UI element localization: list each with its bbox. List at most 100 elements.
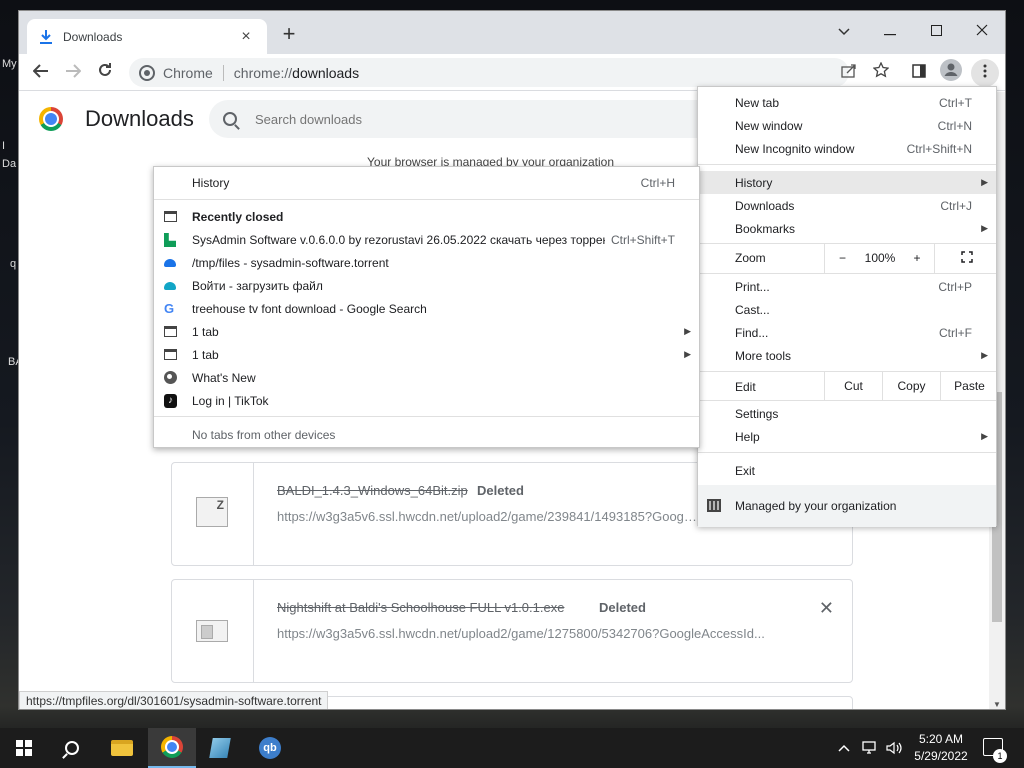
edit-row: Edit Cut Copy Paste	[698, 371, 996, 401]
share-icon[interactable]	[835, 59, 863, 87]
recently-closed-item[interactable]: What's New	[154, 366, 699, 389]
menu-item-cast[interactable]: Cast...	[698, 298, 996, 321]
history-submenu: History Ctrl+H Recently closed SysAdmin S…	[153, 166, 700, 448]
menu-shortcut: Ctrl+F	[939, 325, 972, 340]
new-tab-button[interactable]: +	[277, 23, 301, 45]
no-other-devices-tabs: No tabs from other devices	[154, 423, 699, 446]
tab-icon	[164, 211, 177, 222]
menu-label: New Incognito window	[735, 141, 855, 156]
menu-item-new-window[interactable]: New window Ctrl+N	[698, 114, 996, 137]
recently-closed-item[interactable]: /tmp/files - sysadmin-software.torrent	[154, 251, 699, 274]
menu-item-new-tab[interactable]: New tab Ctrl+T	[698, 91, 996, 114]
item-label: 1 tab	[192, 347, 219, 362]
menu-item-bookmarks[interactable]: Bookmarks ▶	[698, 217, 996, 240]
desktop-icon-label-fragment: Da	[2, 158, 17, 170]
volume-icon[interactable]	[886, 728, 902, 768]
menu-item-help[interactable]: Help ▶	[698, 425, 996, 448]
maximize-button[interactable]	[913, 17, 959, 47]
scroll-down-arrow-icon[interactable]: ▼	[989, 700, 1005, 709]
download-status: Deleted	[599, 600, 646, 615]
zoom-row: Zoom − 100% +	[698, 243, 996, 273]
downloads-header: Downloads	[39, 106, 194, 132]
menu-item-exit[interactable]: Exit	[698, 459, 996, 482]
menu-item-more-tools[interactable]: More tools ▶	[698, 344, 996, 367]
item-label: Log in | TikTok	[192, 393, 269, 408]
menu-item-settings[interactable]: Settings	[698, 402, 996, 425]
forward-button[interactable]	[59, 59, 87, 87]
paste-button[interactable]: Paste	[940, 371, 998, 401]
chrome-logo-icon	[39, 107, 63, 131]
system-clock[interactable]: 5:20 AM 5/29/2022	[905, 731, 977, 765]
menu-label: Settings	[735, 406, 779, 421]
tab-downloads[interactable]: Downloads ×	[27, 19, 267, 54]
google-icon: G	[164, 301, 175, 316]
item-label: 1 tab	[192, 324, 219, 339]
download-url[interactable]: https://w3g3a5v6.ssl.hwcdn.net/upload2/g…	[277, 626, 777, 641]
menu-label: Exit	[735, 463, 756, 478]
bookmark-star-icon[interactable]	[867, 59, 895, 87]
fullscreen-button[interactable]	[934, 243, 998, 273]
item-label: No tabs from other devices	[192, 427, 336, 442]
zip-file-icon	[196, 497, 228, 527]
copy-button[interactable]: Copy	[882, 371, 940, 401]
close-tab-icon[interactable]: ×	[237, 28, 255, 46]
chrome-icon	[164, 371, 177, 384]
zoom-out-button[interactable]: −	[824, 243, 860, 273]
remove-download-icon[interactable]: ✕	[819, 598, 834, 619]
menu-label: More tools	[735, 348, 792, 363]
search-downloads-field[interactable]	[209, 100, 729, 138]
minimize-button[interactable]	[867, 17, 913, 47]
zoom-in-button[interactable]: +	[900, 243, 934, 273]
reload-button[interactable]	[91, 59, 119, 87]
taskbar-chrome[interactable]	[148, 728, 196, 768]
start-button[interactable]	[0, 728, 48, 768]
recently-closed-item[interactable]: 1 tab ▶	[154, 320, 699, 343]
file-icon-column	[172, 580, 254, 682]
download-file-name[interactable]: Nightshift at Baldi's Schoolhouse FULL v…	[277, 600, 564, 615]
menu-item-history[interactable]: History ▶	[698, 171, 996, 194]
menu-item-find[interactable]: Find... Ctrl+F	[698, 321, 996, 344]
recently-closed-item[interactable]: SysAdmin Software v.0.6.0.0 by rezorusta…	[154, 228, 699, 251]
menu-item-managed[interactable]: Managed by your organization	[698, 485, 996, 527]
show-hidden-icons-chevron-icon[interactable]	[838, 728, 850, 768]
close-window-button[interactable]	[959, 17, 1005, 47]
taskbar-search-button[interactable]	[48, 728, 96, 768]
recently-closed-item[interactable]: Gtreehouse tv font download - Google Sea…	[154, 297, 699, 320]
menu-label: Print...	[735, 279, 770, 294]
taskbar-notepad[interactable]	[196, 728, 244, 768]
desktop-icon-label-fragment: q	[10, 258, 17, 270]
menu-shortcut: Ctrl+Shift+T	[610, 232, 675, 247]
taskbar-file-explorer[interactable]	[98, 728, 146, 768]
profile-avatar[interactable]	[937, 59, 965, 87]
menu-shortcut: Ctrl+P	[938, 279, 972, 294]
chrome-menu-button[interactable]	[971, 59, 999, 87]
network-icon[interactable]	[862, 728, 880, 768]
item-label: treehouse tv font download - Google Sear…	[192, 301, 427, 316]
recently-closed-item[interactable]: 1 tab ▶	[154, 343, 699, 366]
title-bar: Downloads × +	[19, 11, 1005, 54]
menu-item-downloads[interactable]: Downloads Ctrl+J	[698, 194, 996, 217]
tab-search-chevron-icon[interactable]	[821, 17, 867, 47]
menu-divider	[698, 400, 996, 401]
search-icon	[223, 112, 237, 126]
recently-closed-item[interactable]: ♪ Log in | TikTok	[154, 389, 699, 412]
search-input[interactable]	[255, 111, 655, 127]
download-url[interactable]: https://w3g3a5v6.ssl.hwcdn.net/upload2/g…	[277, 509, 697, 524]
edit-label: Edit	[735, 380, 756, 394]
side-panel-icon[interactable]	[905, 59, 933, 87]
menu-item-new-incognito[interactable]: New Incognito window Ctrl+Shift+N	[698, 137, 996, 160]
menu-label: New window	[735, 118, 803, 133]
menu-item-print[interactable]: Print... Ctrl+P	[698, 275, 996, 298]
omnibox-divider	[222, 64, 224, 81]
cut-button[interactable]: Cut	[824, 371, 882, 401]
menu-shortcut: Ctrl+Shift+N	[906, 141, 972, 156]
address-bar[interactable]: Chrome chrome://downloads	[129, 58, 849, 87]
submenu-item-history[interactable]: History Ctrl+H	[154, 171, 699, 194]
taskbar-qbittorrent[interactable]: qb	[246, 728, 294, 768]
menu-label: Downloads	[735, 198, 795, 213]
link-status-bubble: https://tmpfiles.org/dl/301601/sysadmin-…	[19, 691, 329, 709]
recently-closed-item[interactable]: Войти - загрузить файл	[154, 274, 699, 297]
back-button[interactable]	[27, 59, 55, 87]
download-file-name[interactable]: BALDI_1.4.3_Windows_64Bit.zip	[277, 483, 468, 498]
tiktok-icon: ♪	[164, 394, 177, 408]
